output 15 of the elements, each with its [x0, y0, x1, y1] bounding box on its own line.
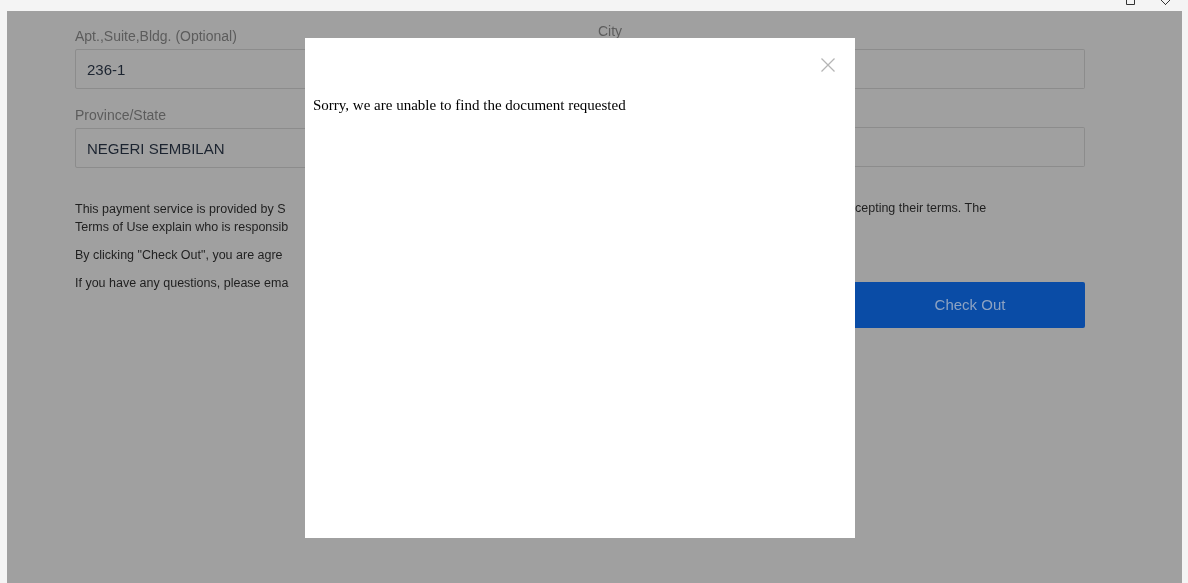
maximize-icon[interactable]	[1126, 0, 1135, 5]
checkout-button[interactable]: Check Out	[855, 282, 1085, 328]
input-field[interactable]	[855, 127, 1085, 167]
field-label: Province/State	[75, 106, 168, 124]
notice-text: By clicking "Check Out", you are agre	[75, 247, 284, 264]
input-field[interactable]: 236-1	[75, 49, 305, 89]
input-field[interactable]: NEGERI SEMBILAN	[75, 128, 305, 168]
notice-text: Terms of Use explain who is responsib	[75, 219, 290, 236]
notice-text: If you have any questions, please ema	[75, 275, 290, 292]
notice-text: This payment service is provided by S	[75, 201, 287, 218]
dialog-message: Sorry, we are unable to find the document requested	[313, 96, 626, 114]
notice-text: cepting their terms. The	[855, 200, 987, 217]
field-label: City	[598, 24, 624, 38]
input-field[interactable]	[855, 49, 1085, 89]
field-label: Apt.,Suite,Bldg. (Optional)	[75, 27, 238, 45]
